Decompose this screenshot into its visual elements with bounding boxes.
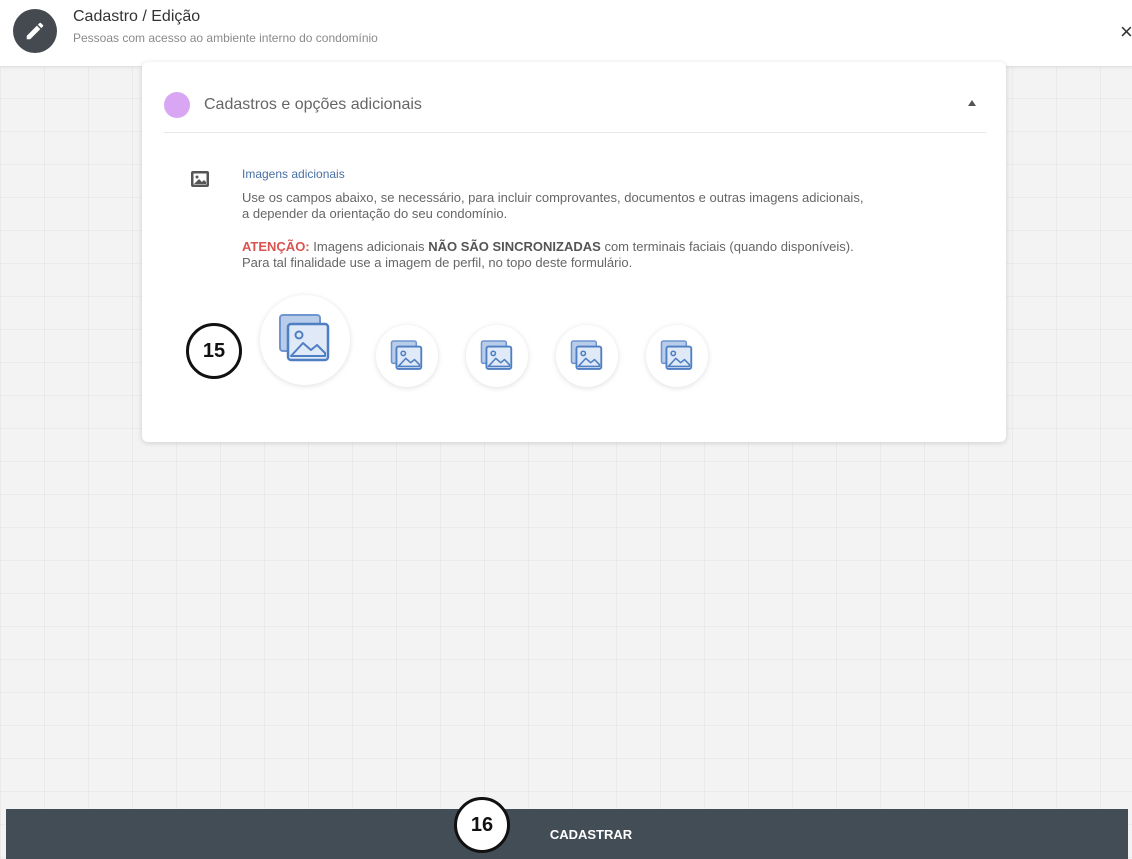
warning-line-2: Para tal finalidade use a imagem de perf… xyxy=(242,255,633,270)
warning-text-2: com terminais faciais (quando disponívei… xyxy=(604,239,854,254)
section-color-dot xyxy=(164,92,190,118)
upload-image-slot-3[interactable] xyxy=(466,325,528,387)
description-line-1: Use os campos abaixo, se necessário, par… xyxy=(242,190,864,205)
additional-options-card: Cadastros e opções adicionais Imagens ad… xyxy=(142,62,1006,442)
photos-icon xyxy=(660,339,693,370)
description-line-2: a depender da orientação do seu condomín… xyxy=(242,206,508,221)
upload-image-slot-1[interactable] xyxy=(260,295,350,385)
caret-up-icon[interactable] xyxy=(968,100,976,106)
warning-label: ATENÇÃO: xyxy=(242,239,310,254)
images-section-title: Imagens adicionais xyxy=(242,167,345,181)
close-button[interactable]: × xyxy=(1120,20,1132,44)
submit-button[interactable]: CADASTRAR xyxy=(531,809,651,859)
section-title: Cadastros e opções adicionais xyxy=(204,96,422,113)
page-subtitle: Pessoas com acesso ao ambiente interno d… xyxy=(73,31,378,45)
upload-image-slot-5[interactable] xyxy=(646,325,708,387)
photos-icon xyxy=(279,314,330,362)
modal-header: Cadastro / Edição Pessoas com acesso ao … xyxy=(0,0,1132,67)
section-header-additional-options[interactable]: Cadastros e opções adicionais xyxy=(164,84,986,133)
photos-icon xyxy=(390,339,423,370)
images-description: Use os campos abaixo, se necessário, par… xyxy=(242,190,982,222)
page-title: Cadastro / Edição xyxy=(73,8,201,25)
callout-marker-15: 15 xyxy=(186,323,242,379)
upload-image-slot-4[interactable] xyxy=(556,325,618,387)
sync-warning: ATENÇÃO: Imagens adicionais NÃO SÃO SINC… xyxy=(242,239,982,271)
photos-icon xyxy=(480,339,513,370)
photos-icon xyxy=(570,339,603,370)
footer-action-bar: CADASTRAR xyxy=(6,809,1128,859)
image-icon xyxy=(190,170,212,190)
pencil-icon xyxy=(13,9,57,53)
upload-image-slot-2[interactable] xyxy=(376,325,438,387)
callout-marker-16: 16 xyxy=(454,797,510,853)
warning-text-1: Imagens adicionais xyxy=(313,239,425,254)
warning-strong-text: NÃO SÃO SINCRONIZADAS xyxy=(428,239,601,254)
